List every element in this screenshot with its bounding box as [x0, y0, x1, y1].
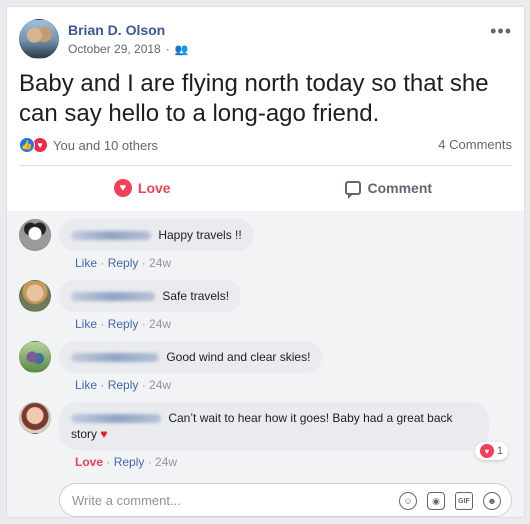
comment-item: Happy travels !! Like · Reply · 24w: [19, 219, 512, 273]
comment-button[interactable]: Comment: [266, 171, 513, 205]
love-label: Love: [137, 180, 171, 196]
commenter-avatar[interactable]: [19, 219, 51, 251]
comment-like-link[interactable]: Like: [75, 256, 97, 270]
more-options-icon[interactable]: •••: [490, 21, 512, 42]
friends-icon[interactable]: 👥: [175, 43, 189, 56]
post-header: Brian D. Olson October 29, 2018 · 👥 •••: [19, 19, 512, 61]
comment-reply-link[interactable]: Reply: [108, 317, 139, 331]
comment-text: Happy travels !!: [158, 228, 242, 242]
commenter-name-blurred[interactable]: [71, 292, 155, 302]
comment-time[interactable]: 24w: [149, 256, 171, 270]
comment-text: Safe travels!: [162, 289, 230, 303]
comment-bubble: Can’t wait to hear how it goes! Baby had…: [59, 402, 489, 450]
comment-actions: Like · Reply · 24w: [75, 317, 172, 331]
comment-reaction-count: 1: [496, 445, 503, 457]
comment-label: Comment: [367, 180, 433, 196]
author-name[interactable]: Brian D. Olson: [68, 22, 165, 38]
comment-item: Safe travels! Like · Reply · 24w: [19, 280, 512, 334]
comment-text: Good wind and clear skies!: [166, 350, 311, 364]
comments-section: Happy travels !! Like · Reply · 24w Safe…: [7, 211, 524, 517]
heart-emoji-icon: ♥: [100, 427, 108, 441]
comment-reply-link[interactable]: Reply: [108, 378, 139, 392]
comment-like-link[interactable]: Like: [75, 378, 97, 392]
comment-reply-link[interactable]: Reply: [114, 455, 145, 469]
post-date[interactable]: October 29, 2018: [68, 42, 161, 56]
comment-love-link[interactable]: Love: [75, 455, 103, 469]
write-comment-input[interactable]: Write a comment... ☺ ◉ GIF ☻: [59, 483, 512, 517]
comment-bubble: Good wind and clear skies!: [59, 341, 323, 373]
divider: [19, 165, 512, 166]
reactions-summary[interactable]: 👍 ♥ You and 10 others: [19, 137, 158, 153]
post-card: Brian D. Olson October 29, 2018 · 👥 ••• …: [6, 6, 525, 518]
post-actions: ♥ Love Comment: [19, 171, 512, 205]
comment-bubble: Safe travels!: [59, 280, 242, 312]
commenter-name-blurred[interactable]: [71, 414, 161, 424]
reactions-count[interactable]: You and 10 others: [53, 138, 158, 153]
post-text: Baby and I are flying north today so tha…: [19, 70, 489, 127]
comment-time[interactable]: 24w: [149, 378, 171, 392]
comment-actions: Like · Reply · 24w: [75, 378, 172, 392]
love-button[interactable]: ♥ Love: [19, 171, 266, 205]
post-stats: 👍 ♥ You and 10 others 4 Comments: [19, 135, 512, 157]
comment-like-link[interactable]: Like: [75, 317, 97, 331]
comment-item: Good wind and clear skies! Like · Reply …: [19, 341, 512, 395]
commenter-name-blurred[interactable]: [71, 353, 159, 363]
comment-item: Can’t wait to hear how it goes! Baby had…: [19, 402, 512, 472]
composer-tools: ☺ ◉ GIF ☻: [399, 492, 501, 510]
commenter-name-blurred[interactable]: [71, 231, 151, 241]
love-icon: ♥: [113, 179, 132, 197]
comment-icon: [345, 181, 362, 199]
comment-time[interactable]: 24w: [149, 317, 171, 331]
composer-placeholder: Write a comment...: [72, 493, 181, 508]
commenter-avatar[interactable]: [19, 341, 51, 373]
comment-composer: Write a comment... ☺ ◉ GIF ☻: [19, 483, 512, 519]
commenter-avatar[interactable]: [19, 402, 51, 434]
comment-time[interactable]: 24w: [155, 455, 177, 469]
comment-reply-link[interactable]: Reply: [108, 256, 139, 270]
post-meta: October 29, 2018 · 👥: [68, 42, 189, 56]
commenter-avatar[interactable]: [19, 280, 51, 312]
gif-icon[interactable]: GIF: [455, 492, 473, 510]
comments-count[interactable]: 4 Comments: [438, 137, 512, 152]
sticker-icon[interactable]: ☻: [483, 492, 501, 510]
comment-actions: Love · Reply · 24w: [75, 455, 178, 469]
camera-icon[interactable]: ◉: [427, 492, 445, 510]
emoji-icon[interactable]: ☺: [399, 492, 417, 510]
comment-actions: Like · Reply · 24w: [75, 256, 172, 270]
comment-reaction-badge[interactable]: ♥ 1: [474, 442, 508, 460]
love-reaction-icon: ♥: [479, 444, 494, 458]
like-reaction-icon: 👍: [19, 137, 35, 153]
author-avatar[interactable]: [19, 19, 59, 59]
comment-bubble: Happy travels !!: [59, 219, 254, 251]
